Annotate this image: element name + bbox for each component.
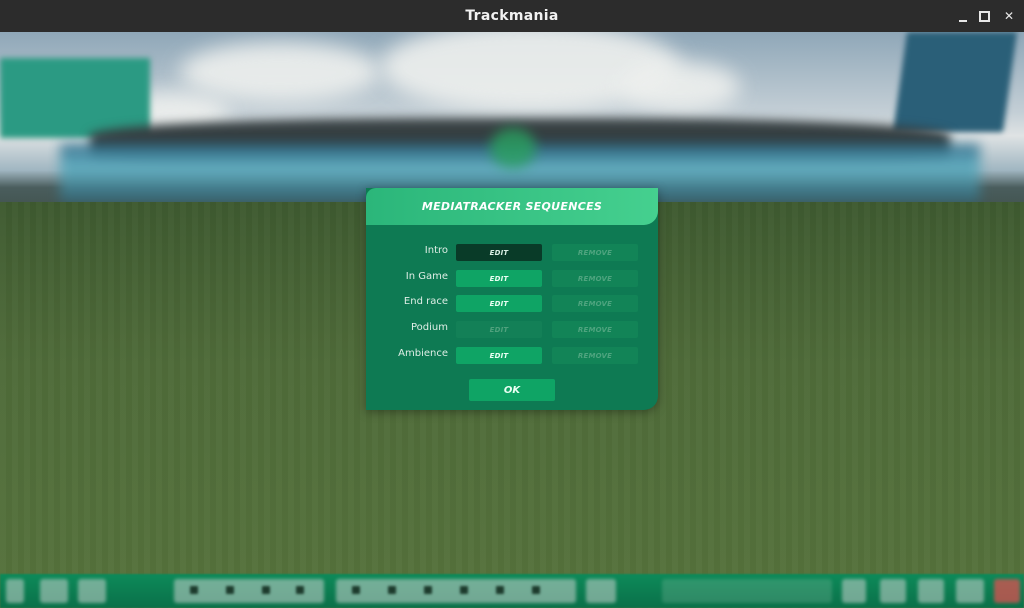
window-titlebar: Trackmania ✕ — [0, 0, 1024, 33]
remove-intro-button[interactable]: REMOVE — [552, 244, 638, 261]
toolbar-button[interactable] — [40, 579, 68, 603]
edit-in-game-button[interactable]: EDIT — [456, 270, 542, 287]
remove-ambience-button[interactable]: REMOVE — [552, 347, 638, 364]
toolbar-alert-button[interactable] — [994, 579, 1020, 603]
sequence-label: Intro — [424, 245, 448, 256]
minimize-icon[interactable] — [959, 17, 967, 22]
toolbar-group-tools[interactable] — [336, 579, 576, 603]
toolbar-button[interactable] — [956, 579, 984, 603]
remove-end-race-button[interactable]: REMOVE — [552, 295, 638, 312]
toolbar-text-field — [662, 579, 832, 603]
ok-button[interactable]: OK — [469, 379, 555, 401]
window-title: Trackmania — [465, 8, 559, 24]
dialog-header: MEDIATRACKER SEQUENCES — [366, 188, 658, 225]
window-controls: ✕ — [959, 0, 1016, 32]
edit-ambience-button[interactable]: EDIT — [456, 347, 542, 364]
stadium-screen-right — [892, 32, 1018, 132]
toolbar-button[interactable] — [78, 579, 106, 603]
sequence-row-intro: Intro EDIT REMOVE — [366, 244, 658, 262]
dialog-title: MEDIATRACKER SEQUENCES — [421, 200, 603, 213]
stadium-screen-left — [0, 58, 150, 138]
close-icon[interactable]: ✕ — [1002, 9, 1016, 23]
sequence-label: In Game — [405, 271, 448, 282]
mediatracker-sequences-dialog: MEDIATRACKER SEQUENCES Intro EDIT REMOVE… — [366, 188, 658, 410]
edit-podium-button[interactable]: EDIT — [456, 321, 542, 338]
maximize-icon[interactable] — [979, 10, 990, 22]
sequence-row-in-game: In Game EDIT REMOVE — [366, 270, 658, 288]
sequence-label: Ambience — [398, 348, 448, 359]
sequence-label: Podium — [411, 322, 448, 333]
sequence-label: End race — [403, 296, 448, 307]
sequence-row-end-race: End race EDIT REMOVE — [366, 295, 658, 313]
sequence-row-ambience: Ambience EDIT REMOVE — [366, 347, 658, 365]
toolbar-back-button[interactable] — [6, 579, 24, 603]
toolbar-button[interactable] — [842, 579, 866, 603]
sequence-row-podium: Podium EDIT REMOVE — [366, 321, 658, 339]
edit-intro-button[interactable]: EDIT — [456, 244, 542, 261]
remove-podium-button[interactable]: REMOVE — [552, 321, 638, 338]
toolbar-button[interactable] — [586, 579, 616, 603]
toolbar-button[interactable] — [880, 579, 906, 603]
toolbar-button[interactable] — [918, 579, 944, 603]
edit-end-race-button[interactable]: EDIT — [456, 295, 542, 312]
editor-bottom-toolbar — [0, 574, 1024, 608]
remove-in-game-button[interactable]: REMOVE — [552, 270, 638, 287]
